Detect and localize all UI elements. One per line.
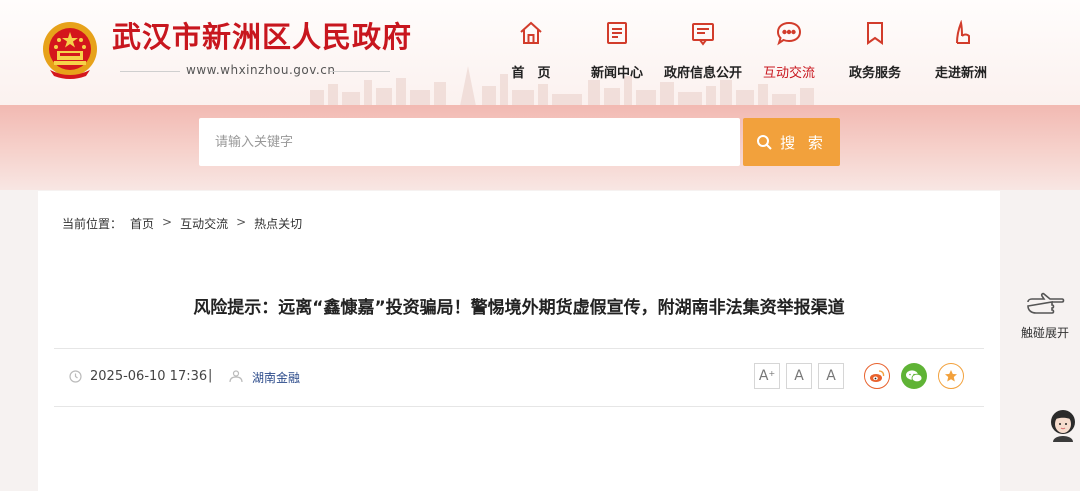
breadcrumb-prefix: 当前位置： <box>62 217 123 231</box>
site-url: www.whxinzhou.gov.cn <box>186 63 336 77</box>
nav-label-services: 政务服务 <box>848 66 901 81</box>
meta-divider: | <box>208 368 213 383</box>
nav-label-interaction: 互动交流 <box>762 66 815 81</box>
article-meta-bar: 2025-06-10 17:36 | 湖南金融 A + A A <box>54 348 984 407</box>
nav-item-about-xinzhou[interactable]: 走进新洲 <box>918 18 1004 88</box>
plus-icon: + <box>768 368 776 378</box>
nav-item-services[interactable]: 政务服务 <box>832 18 918 88</box>
site-header: 武汉市新洲区人民政府 www.whxinzhou.gov.cn 首 页 新闻中心 <box>0 0 1080 105</box>
search-input[interactable] <box>199 118 740 166</box>
assistant-avatar-icon[interactable] <box>1048 408 1078 442</box>
touch-expand-toggle[interactable]: 触碰展开 <box>1016 290 1074 341</box>
nav-label-news: 新闻中心 <box>590 66 643 81</box>
breadcrumb: 当前位置： 首页 > 互动交流 > 热点关切 <box>62 215 302 232</box>
chat-bubble-icon <box>774 18 804 48</box>
breadcrumb-separator: > <box>162 215 173 229</box>
search-button[interactable]: 搜 索 <box>743 118 840 166</box>
share-weibo-button[interactable] <box>864 363 890 389</box>
font-medium-label: A <box>794 368 804 384</box>
article-source[interactable]: 湖南金融 <box>252 369 300 386</box>
font-larger-label: A <box>758 368 769 384</box>
font-size-medium-button[interactable]: A <box>786 363 812 389</box>
wechat-icon <box>906 370 923 383</box>
search-button-label: 搜 索 <box>780 133 827 152</box>
main-nav: 首 页 新闻中心 政府信息公开 互动交流 政务服务 走进新洲 <box>488 18 1004 88</box>
article-card: 当前位置： 首页 > 互动交流 > 热点关切 风险提示：远离“鑫慷嘉”投资骗局！… <box>38 191 1000 491</box>
breadcrumb-home[interactable]: 首页 <box>130 215 154 232</box>
breadcrumb-separator: > <box>236 215 247 229</box>
font-size-larger-button[interactable]: A + <box>754 363 780 389</box>
touch-expand-label: 触碰展开 <box>1020 326 1069 340</box>
landmark-icon <box>946 18 976 48</box>
news-icon <box>602 18 632 48</box>
weibo-icon <box>870 370 885 382</box>
search-icon <box>757 135 772 150</box>
national-emblem-icon <box>43 22 97 79</box>
nav-item-news[interactable]: 新闻中心 <box>574 18 660 88</box>
nav-item-home[interactable]: 首 页 <box>488 18 574 88</box>
url-divider-right <box>330 71 390 72</box>
share-wechat-button[interactable] <box>901 363 927 389</box>
pointing-hand-icon <box>1027 292 1065 314</box>
favorite-star-icon <box>945 370 957 382</box>
nav-label-about-xinzhou: 走进新洲 <box>934 66 987 81</box>
info-disclosure-icon <box>688 18 718 48</box>
font-smaller-label: A <box>826 368 836 384</box>
url-divider-left <box>120 71 180 72</box>
breadcrumb-interaction[interactable]: 互动交流 <box>180 215 228 232</box>
nav-label-info-disclosure: 政府信息公开 <box>663 66 742 81</box>
nav-item-info-disclosure[interactable]: 政府信息公开 <box>660 18 746 88</box>
article-title: 风险提示：远离“鑫慷嘉”投资骗局！警惕境外期货虚假宣传，附湖南非法集资举报渠道 <box>193 298 845 318</box>
clock-icon <box>69 370 82 383</box>
publish-date: 2025-06-10 17:36 <box>90 369 208 384</box>
breadcrumb-hot-topics[interactable]: 热点关切 <box>254 215 302 232</box>
bookmark-icon <box>860 18 890 48</box>
site-title[interactable]: 武汉市新洲区人民政府 <box>112 14 412 56</box>
home-icon <box>516 18 546 48</box>
nav-label-home: 首 页 <box>511 66 551 81</box>
font-size-smaller-button[interactable]: A <box>818 363 844 389</box>
nav-item-interaction[interactable]: 互动交流 <box>746 18 832 88</box>
share-favorite-button[interactable] <box>938 363 964 389</box>
source-icon <box>229 370 243 383</box>
